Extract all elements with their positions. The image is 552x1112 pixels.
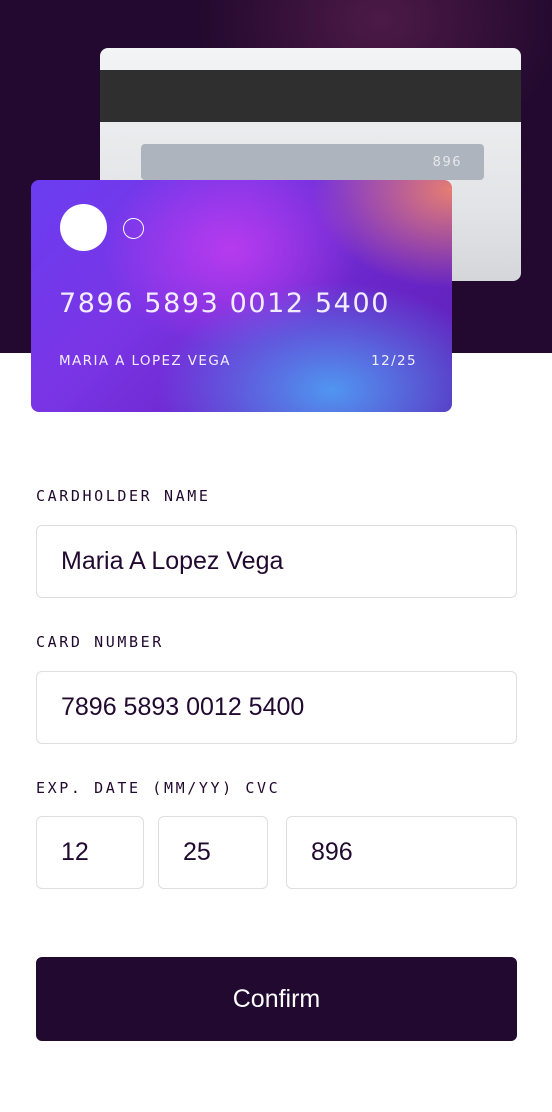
card-number-label: CARD NUMBER (36, 633, 164, 651)
cardholder-name-label: CARDHOLDER NAME (36, 487, 211, 505)
card-logo-filled-circle-icon (60, 204, 107, 251)
card-front-number: 7896 5893 0012 5400 (59, 288, 390, 319)
signature-strip: 896 (141, 144, 484, 180)
exp-month-input[interactable]: 12 (36, 816, 144, 889)
card-front-expiry: 12/25 (371, 353, 417, 369)
cardholder-name-input[interactable]: Maria A Lopez Vega (36, 525, 517, 598)
card-front: 7896 5893 0012 5400 MARIA A LOPEZ VEGA 1… (31, 180, 452, 412)
card-back-cvc: 896 (432, 154, 462, 170)
card-logo-outline-circle-icon (123, 218, 144, 239)
magnetic-stripe (100, 70, 521, 122)
exp-date-cvc-label: EXP. DATE (MM/YY) CVC (36, 779, 281, 797)
card-front-holder: MARIA A LOPEZ VEGA (59, 353, 231, 369)
exp-year-input[interactable]: 25 (158, 816, 268, 889)
cvc-input[interactable]: 896 (286, 816, 517, 889)
card-number-input[interactable]: 7896 5893 0012 5400 (36, 671, 517, 744)
confirm-button[interactable]: Confirm (36, 957, 517, 1041)
